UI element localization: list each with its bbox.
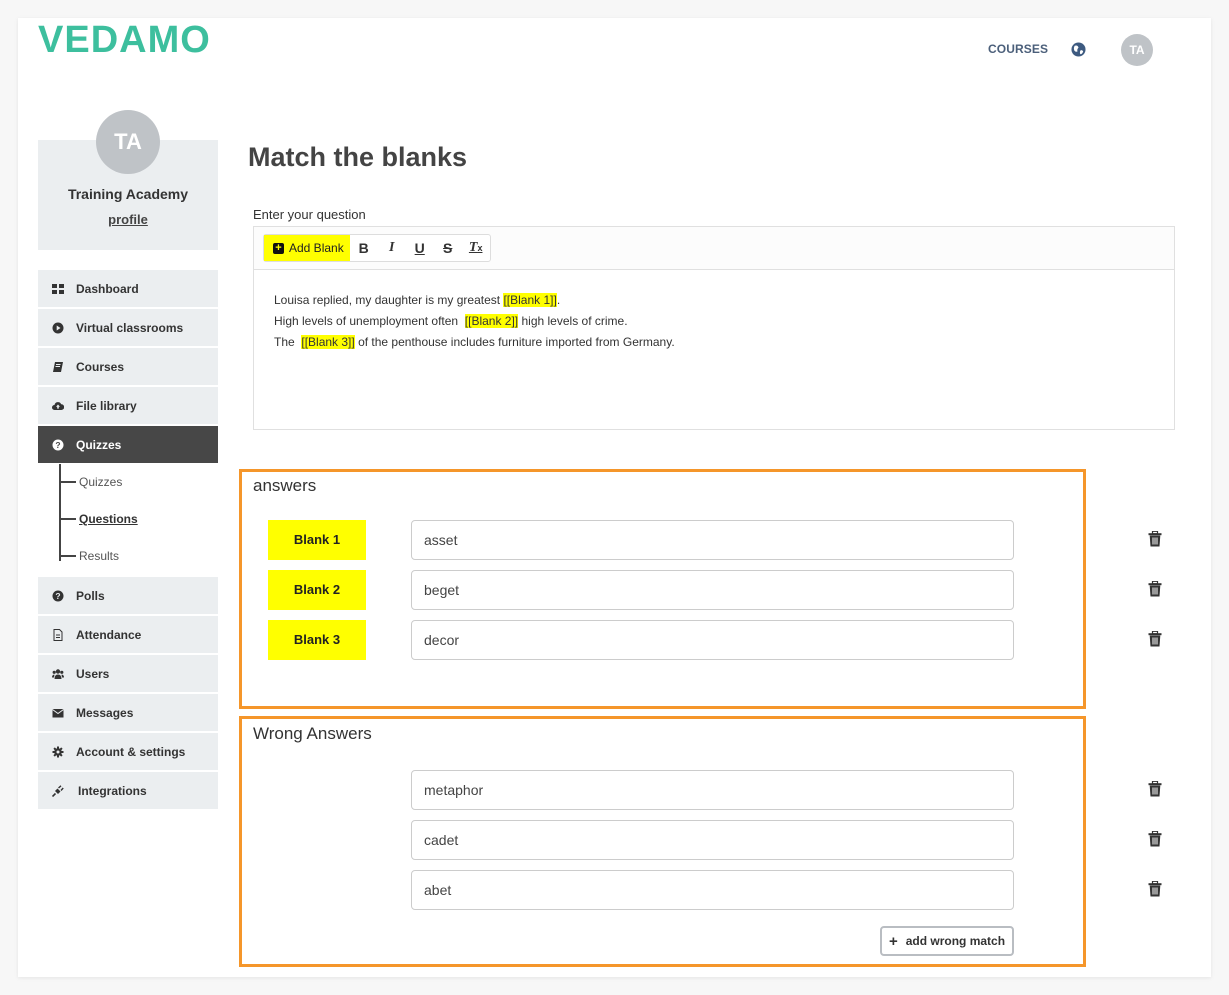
trash-icon[interactable]: [1148, 631, 1162, 647]
question-circle-icon: ?: [52, 590, 64, 602]
toolbar-group: + Add Blank B I U S Tx: [263, 234, 491, 262]
question-label: Enter your question: [253, 207, 366, 222]
wrong-answers-title: Wrong Answers: [253, 724, 372, 743]
plug-icon: [52, 784, 64, 797]
sidebar-item-label: Account & settings: [76, 744, 186, 759]
submenu-item-questions[interactable]: Questions: [59, 511, 138, 527]
profile-link[interactable]: profile: [38, 212, 218, 227]
page-title: Match the blanks: [248, 142, 468, 172]
play-circle-icon: [52, 322, 64, 334]
plus-square-icon: +: [273, 242, 284, 254]
user-avatar[interactable]: TA: [1121, 34, 1153, 66]
blank-label: Blank 3: [268, 620, 366, 660]
blank-label: Blank 2: [268, 570, 366, 610]
question-line: High levels of unemployment often [[Blan…: [274, 314, 628, 328]
profile-name: Training Academy: [67, 186, 189, 202]
sidebar-item-label: Attendance: [76, 627, 142, 642]
sidebar-item-label: Virtual classrooms: [76, 320, 184, 335]
answer-input[interactable]: [411, 570, 1014, 610]
add-wrong-match-button[interactable]: + add wrong match: [880, 926, 1014, 956]
sidebar-item-file-library[interactable]: File library: [38, 387, 218, 424]
trash-icon[interactable]: [1148, 831, 1162, 847]
trash-icon[interactable]: [1148, 781, 1162, 797]
users-icon: [52, 668, 64, 680]
nav-courses-link[interactable]: COURSES: [988, 42, 1048, 56]
svg-text:VEDAMO: VEDAMO: [38, 20, 211, 60]
question-line: The [[Blank 3]] of the penthouse include…: [274, 335, 675, 349]
trash-icon[interactable]: [1148, 531, 1162, 547]
sidebar-item-label: Messages: [76, 705, 134, 720]
question-circle-icon: ?: [52, 439, 64, 451]
sidebar-item-label: Quizzes: [76, 437, 122, 452]
cloud-upload-icon: [52, 400, 64, 412]
editor-content[interactable]: Louisa replied, my daughter is my greate…: [254, 270, 1174, 373]
question-editor[interactable]: + Add Blank B I U S Tx Louisa replied, m…: [253, 226, 1175, 430]
sidebar-item-virtual-classrooms[interactable]: Virtual classrooms: [38, 309, 218, 346]
underline-button[interactable]: U: [406, 235, 434, 261]
sidebar-item-messages[interactable]: Messages: [38, 694, 218, 731]
svg-text:?: ?: [55, 440, 60, 450]
blank-label: Blank 1: [268, 520, 366, 560]
wrong-answer-input[interactable]: [411, 770, 1014, 810]
strikethrough-button[interactable]: S: [434, 235, 462, 261]
sidebar-item-label: Polls: [76, 588, 105, 603]
trash-icon[interactable]: [1148, 881, 1162, 897]
profile-avatar: TA: [96, 110, 160, 174]
add-blank-button[interactable]: + Add Blank: [264, 235, 350, 261]
sidebar-item-attendance[interactable]: Attendance: [38, 616, 218, 653]
dashboard-grid-icon: [52, 283, 64, 295]
answer-input[interactable]: [411, 520, 1014, 560]
bold-button[interactable]: B: [350, 235, 378, 261]
sidebar-item-account-settings[interactable]: Account & settings: [38, 733, 218, 770]
blank-placeholder: [[Blank 2]]: [464, 314, 519, 328]
wrong-answer-input[interactable]: [411, 820, 1014, 860]
wrong-answer-input[interactable]: [411, 870, 1014, 910]
blank-placeholder: [[Blank 1]]: [503, 293, 557, 307]
italic-button[interactable]: I: [378, 235, 406, 261]
globe-icon[interactable]: [1071, 42, 1086, 57]
vedamo-logo[interactable]: VEDAMO: [38, 20, 218, 60]
sidebar-item-quizzes[interactable]: ? Quizzes: [38, 426, 218, 463]
editor-toolbar: + Add Blank B I U S Tx: [254, 227, 1174, 270]
svg-text:?: ?: [55, 591, 60, 601]
sidebar-item-label: Dashboard: [76, 281, 139, 296]
blank-placeholder: [[Blank 3]]: [301, 335, 355, 349]
plus-icon: +: [888, 932, 898, 950]
document-icon: [52, 628, 64, 641]
answers-title: answers: [253, 476, 317, 495]
sidebar-item-label: Courses: [76, 359, 125, 374]
trash-icon[interactable]: [1148, 581, 1162, 597]
sidebar-item-integrations[interactable]: Integrations: [38, 772, 218, 809]
sidebar-item-dashboard[interactable]: Dashboard: [38, 270, 218, 307]
sidebar-item-label: Integrations: [78, 783, 147, 798]
sidebar-item-polls[interactable]: ? Polls: [38, 577, 218, 614]
submenu-item-results[interactable]: Results: [59, 548, 119, 564]
sidebar-item-label: Users: [76, 666, 110, 681]
answer-input[interactable]: [411, 620, 1014, 660]
gear-icon: [52, 746, 64, 758]
sidebar-item-courses[interactable]: Courses: [38, 348, 218, 385]
submenu-item-quizzes[interactable]: Quizzes: [59, 474, 122, 490]
book-icon: [52, 361, 64, 373]
question-line: Louisa replied, my daughter is my greate…: [274, 293, 561, 307]
sidebar-item-label: File library: [76, 398, 137, 413]
sidebar-item-users[interactable]: Users: [38, 655, 218, 692]
envelope-icon: [52, 707, 64, 719]
clear-format-button[interactable]: Tx: [462, 235, 490, 261]
